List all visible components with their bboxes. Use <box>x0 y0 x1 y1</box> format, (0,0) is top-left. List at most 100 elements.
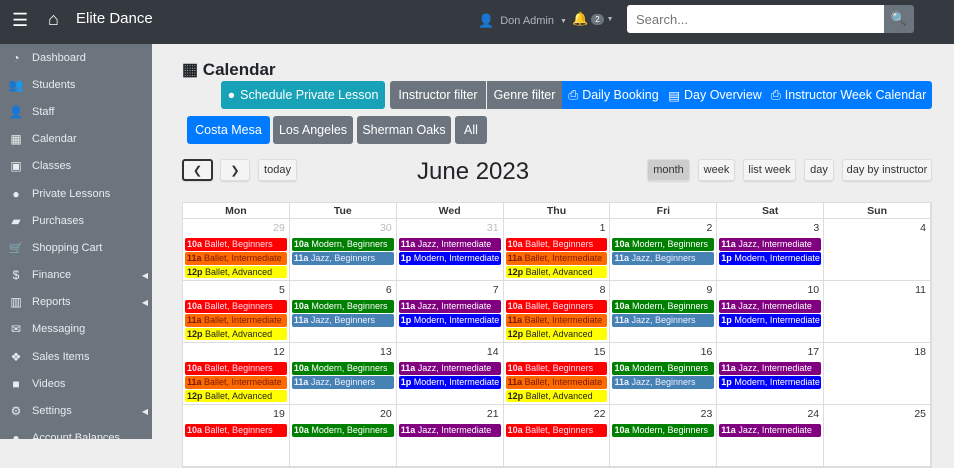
calendar-day-cell[interactable]: 15 10a Ballet, Beginners 11a Ballet, Inter… <box>504 343 611 404</box>
day-number[interactable]: 7 <box>493 284 499 296</box>
calendar-day-cell[interactable]: 13 10a Modern, Beginners 11a Jazz, Beginne… <box>290 343 397 404</box>
calendar-event[interactable]: 10a Ballet, Beginners <box>505 362 608 375</box>
calendar-day-cell[interactable]: 18 <box>824 343 932 404</box>
location-sherman-oaks[interactable]: Sherman Oaks <box>357 116 451 144</box>
calendar-event[interactable]: 1p Modern, Intermediate <box>398 313 501 327</box>
sidebar-item-videos[interactable]: ■ Videos <box>0 370 152 397</box>
calendar-event[interactable]: 12p Ballet, Advanced <box>185 327 287 341</box>
calendar-day-cell[interactable]: 6 10a Modern, Beginners 11a Jazz, Beginner… <box>290 281 397 342</box>
brand-name[interactable]: Elite Dance <box>76 10 153 27</box>
calendar-day-cell[interactable]: 11 <box>824 281 932 342</box>
sidebar-item-reports[interactable]: ▥ Reports ◀ <box>0 289 152 316</box>
calendar-event[interactable]: 11a Jazz, Beginners <box>612 251 715 265</box>
sidebar-item-private-lessons[interactable]: ● Private Lessons <box>0 180 152 207</box>
day-number[interactable]: 30 <box>380 222 392 234</box>
calendar-day-cell[interactable]: 17 11a Jazz, Intermediate 1p Modern, Inter… <box>717 343 825 404</box>
calendar-event[interactable]: 11a Jazz, Intermediate <box>719 362 822 375</box>
sidebar-item-settings[interactable]: ⚙ Settings ◀ <box>0 397 152 424</box>
day-number[interactable]: 14 <box>487 346 499 358</box>
calendar-event[interactable]: 12p Ballet, Advanced <box>185 389 287 403</box>
day-number[interactable]: 12 <box>273 346 285 358</box>
view-day-by-instructor-button[interactable]: day by instructor <box>842 159 932 181</box>
hamburger-menu-icon[interactable]: ☰ <box>12 10 28 31</box>
calendar-event[interactable]: 11a Ballet, Intermediate <box>185 313 287 327</box>
calendar-event[interactable]: 10a Modern, Beginners <box>612 238 715 251</box>
calendar-day-cell[interactable]: 3 11a Jazz, Intermediate 1p Modern, Interm… <box>717 219 825 280</box>
calendar-event[interactable]: 12p Ballet, Advanced <box>505 265 608 279</box>
day-number[interactable]: 21 <box>487 408 499 420</box>
calendar-event[interactable]: 1p Modern, Intermediate <box>398 251 501 265</box>
calendar-event[interactable]: 11a Jazz, Intermediate <box>719 424 822 437</box>
sidebar-item-finance[interactable]: $ Finance ◀ <box>0 262 152 289</box>
instructor-filter-button[interactable]: Instructor filter <box>390 81 486 109</box>
calendar-event[interactable]: 12p Ballet, Advanced <box>185 265 287 279</box>
day-number[interactable]: 20 <box>380 408 392 420</box>
search-button[interactable]: 🔍 <box>884 5 914 33</box>
calendar-day-cell[interactable]: 24 11a Jazz, Intermediate <box>717 405 825 466</box>
sidebar-item-purchases[interactable]: ▰ Purchases <box>0 207 152 234</box>
calendar-event[interactable]: 1p Modern, Intermediate <box>719 313 822 327</box>
day-number[interactable]: 3 <box>813 222 819 234</box>
calendar-event[interactable]: 11a Ballet, Intermediate <box>185 375 287 389</box>
calendar-event[interactable]: 10a Ballet, Beginners <box>185 424 287 437</box>
calendar-event[interactable]: 11a Jazz, Beginners <box>291 251 394 265</box>
daily-booking-button[interactable]: ⎙ Daily Booking <box>562 81 665 109</box>
search-input[interactable] <box>627 5 885 33</box>
view-week-button[interactable]: week <box>698 159 735 181</box>
location-all[interactable]: All <box>455 116 487 144</box>
calendar-day-cell[interactable]: 4 <box>824 219 932 280</box>
calendar-event[interactable]: 11a Jazz, Intermediate <box>719 300 822 313</box>
calendar-day-cell[interactable]: 1 10a Ballet, Beginners 11a Ballet, Interm… <box>504 219 611 280</box>
calendar-event[interactable]: 1p Modern, Intermediate <box>719 251 822 265</box>
sidebar-item-classes[interactable]: ▣ Classes <box>0 153 152 180</box>
calendar-event[interactable]: 11a Jazz, Intermediate <box>398 362 501 375</box>
day-number[interactable]: 1 <box>600 222 606 234</box>
calendar-event[interactable]: 10a Ballet, Beginners <box>505 300 608 313</box>
home-icon[interactable]: ⌂ <box>48 9 59 30</box>
sidebar-item-shopping-cart[interactable]: 🛒 Shopping Cart <box>0 234 152 261</box>
day-number[interactable]: 2 <box>706 222 712 234</box>
calendar-day-cell[interactable]: 2 10a Modern, Beginners 11a Jazz, Beginner… <box>610 219 718 280</box>
calendar-event[interactable]: 10a Ballet, Beginners <box>505 424 608 437</box>
calendar-event[interactable]: 10a Modern, Beginners <box>291 362 394 375</box>
sidebar-item-account-balances[interactable]: ● Account Balances <box>0 425 152 439</box>
today-button[interactable]: today <box>258 159 297 181</box>
calendar-event[interactable]: 11a Jazz, Beginners <box>612 313 715 327</box>
calendar-event[interactable]: 12p Ballet, Advanced <box>505 327 608 341</box>
day-number[interactable]: 29 <box>273 222 285 234</box>
calendar-event[interactable]: 11a Ballet, Intermediate <box>505 375 608 389</box>
calendar-day-cell[interactable]: 22 10a Ballet, Beginners <box>504 405 611 466</box>
calendar-event[interactable]: 10a Modern, Beginners <box>291 300 394 313</box>
calendar-event[interactable]: 10a Modern, Beginners <box>291 238 394 251</box>
schedule-private-lesson-button[interactable]: ● Schedule Private Lesson <box>221 81 385 109</box>
calendar-day-cell[interactable]: 12 10a Ballet, Beginners 11a Ballet, Inter… <box>183 343 290 404</box>
calendar-event[interactable]: 10a Modern, Beginners <box>612 300 715 313</box>
day-number[interactable]: 25 <box>914 408 926 420</box>
day-number[interactable]: 17 <box>807 346 819 358</box>
day-number[interactable]: 19 <box>273 408 285 420</box>
day-number[interactable]: 31 <box>487 222 499 234</box>
calendar-event[interactable]: 10a Ballet, Beginners <box>185 362 287 375</box>
calendar-day-cell[interactable]: 31 11a Jazz, Intermediate 1p Modern, Inter… <box>397 219 504 280</box>
calendar-event[interactable]: 11a Jazz, Beginners <box>291 313 394 327</box>
sidebar-item-dashboard[interactable]: ◔ Dashboard <box>0 44 152 71</box>
sidebar-item-sales-items[interactable]: ❖ Sales Items <box>0 343 152 370</box>
calendar-day-cell[interactable]: 21 11a Jazz, Intermediate <box>397 405 504 466</box>
day-number[interactable]: 18 <box>914 346 926 358</box>
calendar-day-cell[interactable]: 9 10a Modern, Beginners 11a Jazz, Beginner… <box>610 281 718 342</box>
day-number[interactable]: 6 <box>386 284 392 296</box>
calendar-event[interactable]: 1p Modern, Intermediate <box>398 375 501 389</box>
calendar-day-cell[interactable]: 29 10a Ballet, Beginners 11a Ballet, Inter… <box>183 219 290 280</box>
sidebar-item-students[interactable]: 👥 Students <box>0 71 152 98</box>
calendar-event[interactable]: 12p Ballet, Advanced <box>505 389 608 403</box>
sidebar-item-calendar[interactable]: ▦ Calendar <box>0 126 152 153</box>
calendar-day-cell[interactable]: 30 10a Modern, Beginners 11a Jazz, Beginne… <box>290 219 397 280</box>
calendar-day-cell[interactable]: 16 10a Modern, Beginners 11a Jazz, Beginne… <box>610 343 718 404</box>
calendar-day-cell[interactable]: 25 <box>824 405 932 466</box>
calendar-event[interactable]: 10a Modern, Beginners <box>291 424 394 437</box>
view-month-button[interactable]: month <box>647 159 690 181</box>
view-list-week-button[interactable]: list week <box>743 159 796 181</box>
calendar-event[interactable]: 10a Modern, Beginners <box>612 424 715 437</box>
day-overview-button[interactable]: ▤ Day Overview <box>665 81 765 109</box>
calendar-event[interactable]: 11a Ballet, Intermediate <box>185 251 287 265</box>
